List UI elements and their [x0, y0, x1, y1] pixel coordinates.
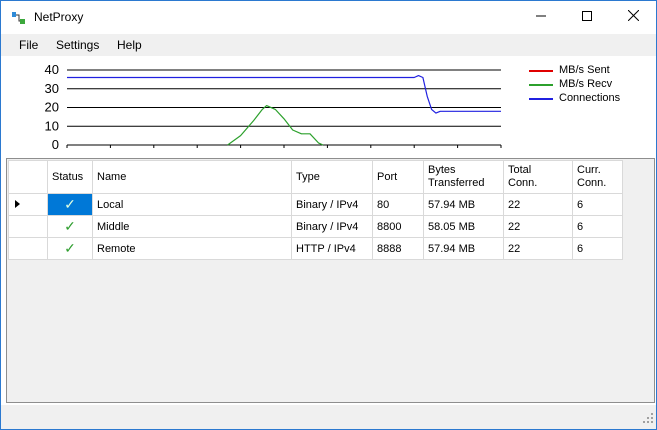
col-status[interactable]: Status [47, 160, 93, 194]
legend-swatch-connections [529, 98, 553, 100]
throughput-chart: 40 30 20 10 0 [1, 56, 656, 156]
port-cell[interactable]: 8888 [372, 237, 424, 260]
proxy-grid-panel: Status Name Type Port Bytes Transferred … [6, 158, 655, 403]
status-cell[interactable]: ✓ [47, 193, 93, 216]
legend-label-sent: MB/s Sent [559, 64, 610, 76]
bytes-cell[interactable]: 57.94 MB [423, 193, 504, 216]
type-cell[interactable]: HTTP / IPv4 [291, 237, 373, 260]
y-tick-label: 30 [45, 81, 59, 96]
port-cell[interactable]: 80 [372, 193, 424, 216]
table-row[interactable]: ✓ Remote HTTP / IPv4 8888 57.94 MB 22 6 [8, 237, 623, 260]
check-icon: ✓ [64, 218, 76, 234]
port-cell[interactable]: 8800 [372, 215, 424, 238]
network-app-icon [11, 10, 27, 26]
y-tick-label: 20 [45, 100, 59, 115]
row-header[interactable] [8, 215, 48, 238]
curr-conn-cell[interactable]: 6 [572, 215, 623, 238]
legend-swatch-sent [529, 70, 553, 72]
proxy-table[interactable]: Status Name Type Port Bytes Transferred … [8, 160, 623, 260]
table-row[interactable]: ✓ Middle Binary / IPv4 8800 58.05 MB 22 … [8, 215, 623, 238]
menu-file[interactable]: File [19, 38, 38, 52]
check-icon: ✓ [64, 196, 76, 212]
close-button[interactable] [610, 1, 656, 33]
total-conn-cell[interactable]: 22 [503, 215, 573, 238]
type-cell[interactable]: Binary / IPv4 [291, 215, 373, 238]
y-tick-label: 10 [45, 118, 59, 133]
total-conn-cell[interactable]: 22 [503, 193, 573, 216]
col-name[interactable]: Name [92, 160, 292, 194]
legend-label-recv: MB/s Recv [559, 78, 613, 90]
chart-svg: 40 30 20 10 0 [45, 62, 502, 152]
y-tick-label: 0 [52, 137, 59, 152]
total-conn-cell[interactable]: 22 [503, 237, 573, 260]
y-tick-label: 40 [45, 62, 59, 77]
table-row[interactable]: ✓ Local Binary / IPv4 80 57.94 MB 22 6 [8, 193, 623, 216]
bytes-cell[interactable]: 57.94 MB [423, 237, 504, 260]
name-cell[interactable]: Middle [92, 215, 292, 238]
minimize-button[interactable] [518, 1, 564, 33]
legend-label-connections: Connections [559, 92, 621, 104]
table-header-row: Status Name Type Port Bytes Transferred … [8, 160, 623, 194]
status-cell[interactable]: ✓ [47, 237, 93, 260]
status-cell[interactable]: ✓ [47, 215, 93, 238]
status-bar [1, 405, 656, 429]
minimize-icon [536, 10, 546, 24]
window-title: NetProxy [34, 10, 84, 24]
title-bar[interactable]: NetProxy [1, 1, 656, 33]
col-curr-conn[interactable]: Curr. Conn. [572, 160, 623, 194]
resize-grip-icon[interactable] [643, 412, 653, 426]
app-window: NetProxy File Settings Help 40 30 20 10 0 MB… [0, 0, 657, 430]
maximize-button[interactable] [564, 1, 610, 33]
menu-settings[interactable]: Settings [56, 38, 99, 52]
maximize-icon [582, 10, 592, 24]
close-icon [627, 9, 639, 24]
col-port[interactable]: Port [372, 160, 424, 194]
row-header[interactable] [8, 193, 48, 216]
bytes-cell[interactable]: 58.05 MB [423, 215, 504, 238]
series-line-1 [227, 105, 324, 146]
row-header[interactable] [8, 237, 48, 260]
type-cell[interactable]: Binary / IPv4 [291, 193, 373, 216]
check-icon: ✓ [64, 240, 76, 256]
col-total-conn[interactable]: Total Conn. [503, 160, 573, 194]
row-header-corner [8, 160, 48, 194]
menu-help[interactable]: Help [117, 38, 142, 52]
col-type[interactable]: Type [291, 160, 373, 194]
curr-conn-cell[interactable]: 6 [572, 193, 623, 216]
col-bytes[interactable]: Bytes Transferred [423, 160, 504, 194]
legend-swatch-recv [529, 84, 553, 86]
name-cell[interactable]: Local [92, 193, 292, 216]
name-cell[interactable]: Remote [92, 237, 292, 260]
curr-conn-cell[interactable]: 6 [572, 237, 623, 260]
current-row-arrow-icon [15, 199, 21, 211]
menu-bar: File Settings Help [1, 34, 656, 56]
